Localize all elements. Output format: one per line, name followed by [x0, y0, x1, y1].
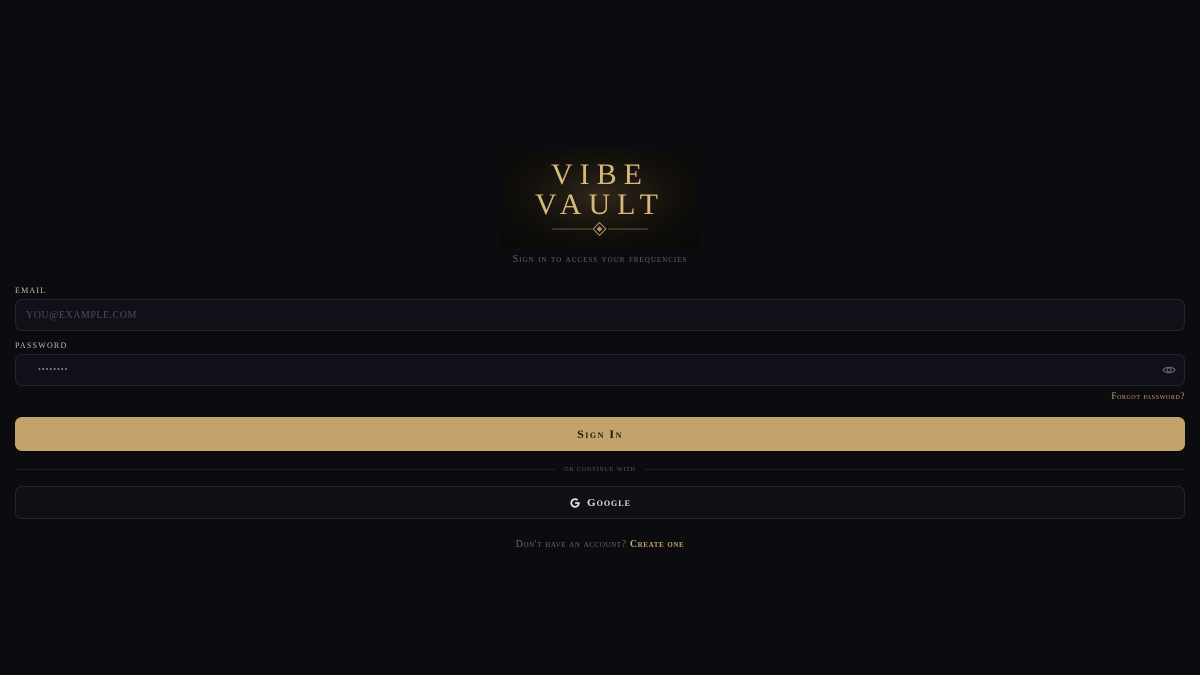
logo-line-1: VIBE — [551, 158, 649, 191]
google-icon — [569, 497, 581, 509]
password-value: •••••••• — [38, 365, 69, 374]
google-button-label: Google — [587, 496, 631, 509]
eye-icon[interactable] — [1162, 363, 1176, 377]
vibe-vault-logo: VIBE VAULT — [500, 148, 700, 248]
email-field-wrapper — [15, 299, 1185, 331]
logo-artwork: VIBE VAULT — [500, 148, 700, 248]
sign-in-button[interactable]: Sign In — [15, 417, 1185, 451]
sign-in-page: VIBE VAULT Sign in to access your freque… — [0, 0, 1200, 675]
create-account-link[interactable]: Create one — [630, 539, 685, 550]
google-sign-in-button[interactable]: Google — [15, 486, 1185, 519]
divider-text: or continue with — [564, 464, 636, 473]
continue-divider: or continue with — [15, 462, 1185, 476]
email-field[interactable] — [26, 300, 1156, 330]
password-label: PASSWORD — [15, 341, 68, 350]
page-subtitle: Sign in to access your frequencies — [512, 254, 688, 265]
forgot-password-link[interactable]: Forgot password? — [1111, 391, 1185, 401]
signup-prompt-text: Don't have an account? — [515, 539, 627, 550]
email-label: EMAIL — [15, 286, 47, 295]
logo-line-2: VAULT — [535, 188, 665, 221]
signup-prompt: Don't have an account? Create one — [0, 539, 1200, 550]
password-field[interactable]: •••••••• — [15, 354, 1185, 386]
